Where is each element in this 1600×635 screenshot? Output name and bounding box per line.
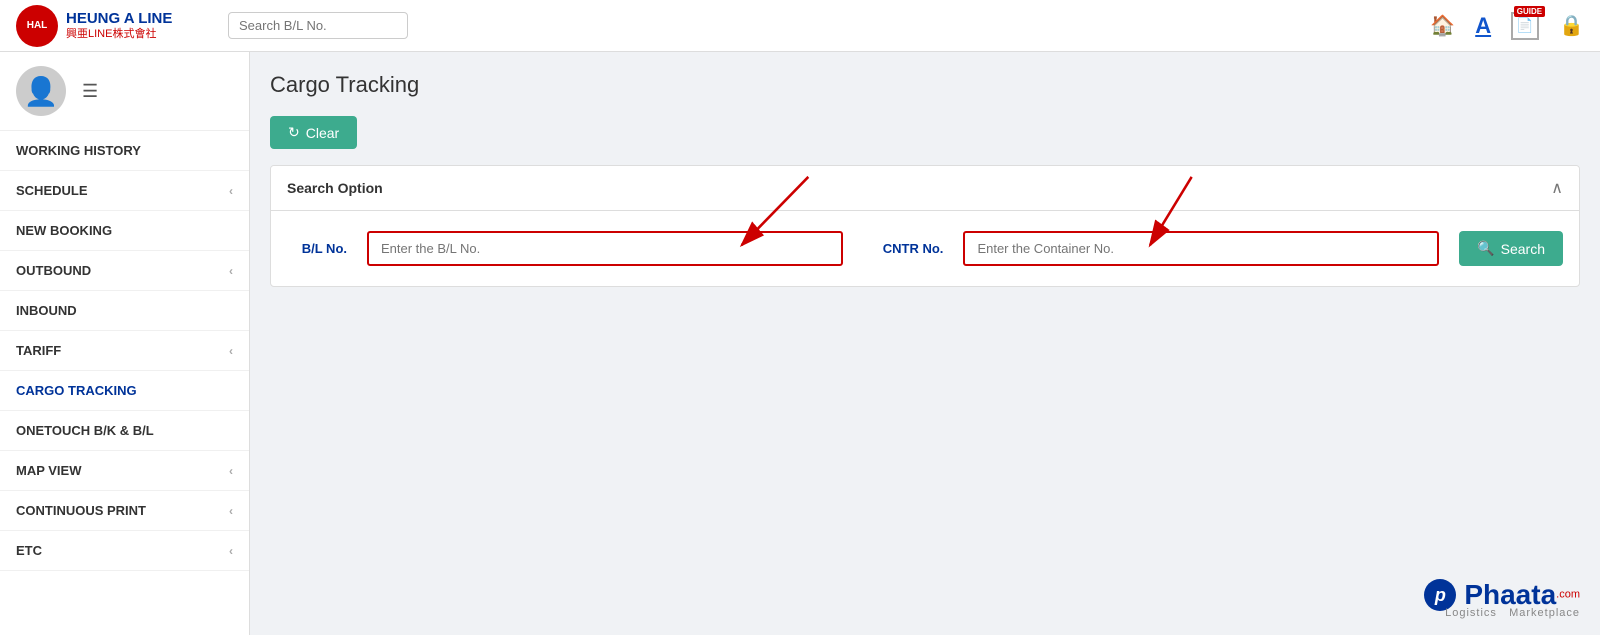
sidebar-item-new-booking[interactable]: NEW BOOKING — [0, 211, 249, 251]
phaata-sub: Logistics Marketplace — [1445, 607, 1580, 619]
sidebar-nav: WORKING HISTORY SCHEDULE ‹ NEW BOOKING O… — [0, 131, 249, 571]
bl-label: B/L No. — [287, 241, 347, 256]
search-option-header: Search Option ∧ — [271, 166, 1579, 211]
search-option-panel: Search Option ∧ B/L No. CNTR No. 🔍 Searc… — [270, 165, 1580, 287]
sidebar-item-working-history[interactable]: WORKING HISTORY — [0, 131, 249, 171]
chevron-icon: ‹ — [229, 544, 233, 558]
chevron-icon: ‹ — [229, 344, 233, 358]
guide-label: GUIDE — [1514, 6, 1545, 17]
cntr-input[interactable] — [963, 231, 1439, 266]
logo-text: HEUNG A LINE 興亜LINE株式會社 — [66, 11, 172, 40]
phaata-brand: p Phaata.com Logistics Marketplace — [1424, 579, 1580, 619]
logo-sub-name: 興亜LINE株式會社 — [66, 28, 172, 40]
sidebar-item-inbound[interactable]: INBOUND — [0, 291, 249, 331]
sidebar-item-continuous-print[interactable]: CONTINUOUS PRINT ‹ — [0, 491, 249, 531]
cntr-label: CNTR No. — [883, 241, 944, 256]
chevron-icon: ‹ — [229, 464, 233, 478]
sidebar-profile: 👤 ☰ — [0, 52, 249, 131]
sidebar-item-cargo-tracking[interactable]: CARGO TRACKING — [0, 371, 249, 411]
header-search-input[interactable] — [228, 12, 408, 39]
search-icon: 🔍 — [1477, 240, 1494, 257]
sidebar-item-tariff[interactable]: TARIFF ‹ — [0, 331, 249, 371]
guide-page-icon: 📄 — [1516, 17, 1533, 34]
guide-badge[interactable]: 📄 GUIDE — [1511, 12, 1539, 40]
sidebar-item-onetouch[interactable]: ONETOUCH B/K & B/L — [0, 411, 249, 451]
sidebar-item-map-view[interactable]: MAP VIEW ‹ — [0, 451, 249, 491]
logo-emblem: HAL — [16, 5, 58, 47]
lock-icon[interactable]: 🔒 — [1559, 13, 1584, 38]
bl-input[interactable] — [367, 231, 843, 266]
clear-button[interactable]: ↻ Clear — [270, 116, 357, 149]
header: HAL HEUNG A LINE 興亜LINE株式會社 🏠 A 📄 GUIDE … — [0, 0, 1600, 52]
chevron-icon: ‹ — [229, 504, 233, 518]
sidebar: 👤 ☰ WORKING HISTORY SCHEDULE ‹ NEW BOOKI… — [0, 52, 250, 635]
page-title: Cargo Tracking — [270, 72, 1580, 98]
chevron-icon: ‹ — [229, 264, 233, 278]
logo-main-name: HEUNG A LINE — [66, 11, 172, 28]
layout: 👤 ☰ WORKING HISTORY SCHEDULE ‹ NEW BOOKI… — [0, 52, 1600, 635]
sidebar-item-outbound[interactable]: OUTBOUND ‹ — [0, 251, 249, 291]
search-fields: B/L No. CNTR No. 🔍 Search — [271, 211, 1579, 286]
collapse-button[interactable]: ∧ — [1551, 178, 1563, 198]
search-option-title: Search Option — [287, 180, 383, 196]
sidebar-item-schedule[interactable]: SCHEDULE ‹ — [0, 171, 249, 211]
menu-toggle-button[interactable]: ☰ — [78, 77, 102, 106]
home-icon[interactable]: 🏠 — [1430, 13, 1455, 38]
font-icon[interactable]: A — [1475, 13, 1491, 39]
sidebar-item-etc[interactable]: ETC ‹ — [0, 531, 249, 571]
refresh-icon: ↻ — [288, 124, 300, 141]
header-icons: 🏠 A 📄 GUIDE 🔒 — [1430, 12, 1584, 40]
avatar: 👤 — [16, 66, 66, 116]
logo-area: HAL HEUNG A LINE 興亜LINE株式會社 — [16, 5, 216, 47]
search-button[interactable]: 🔍 Search — [1459, 231, 1563, 266]
main-content: Cargo Tracking ↻ Clear Search Option ∧ B… — [250, 52, 1600, 635]
chevron-icon: ‹ — [229, 184, 233, 198]
